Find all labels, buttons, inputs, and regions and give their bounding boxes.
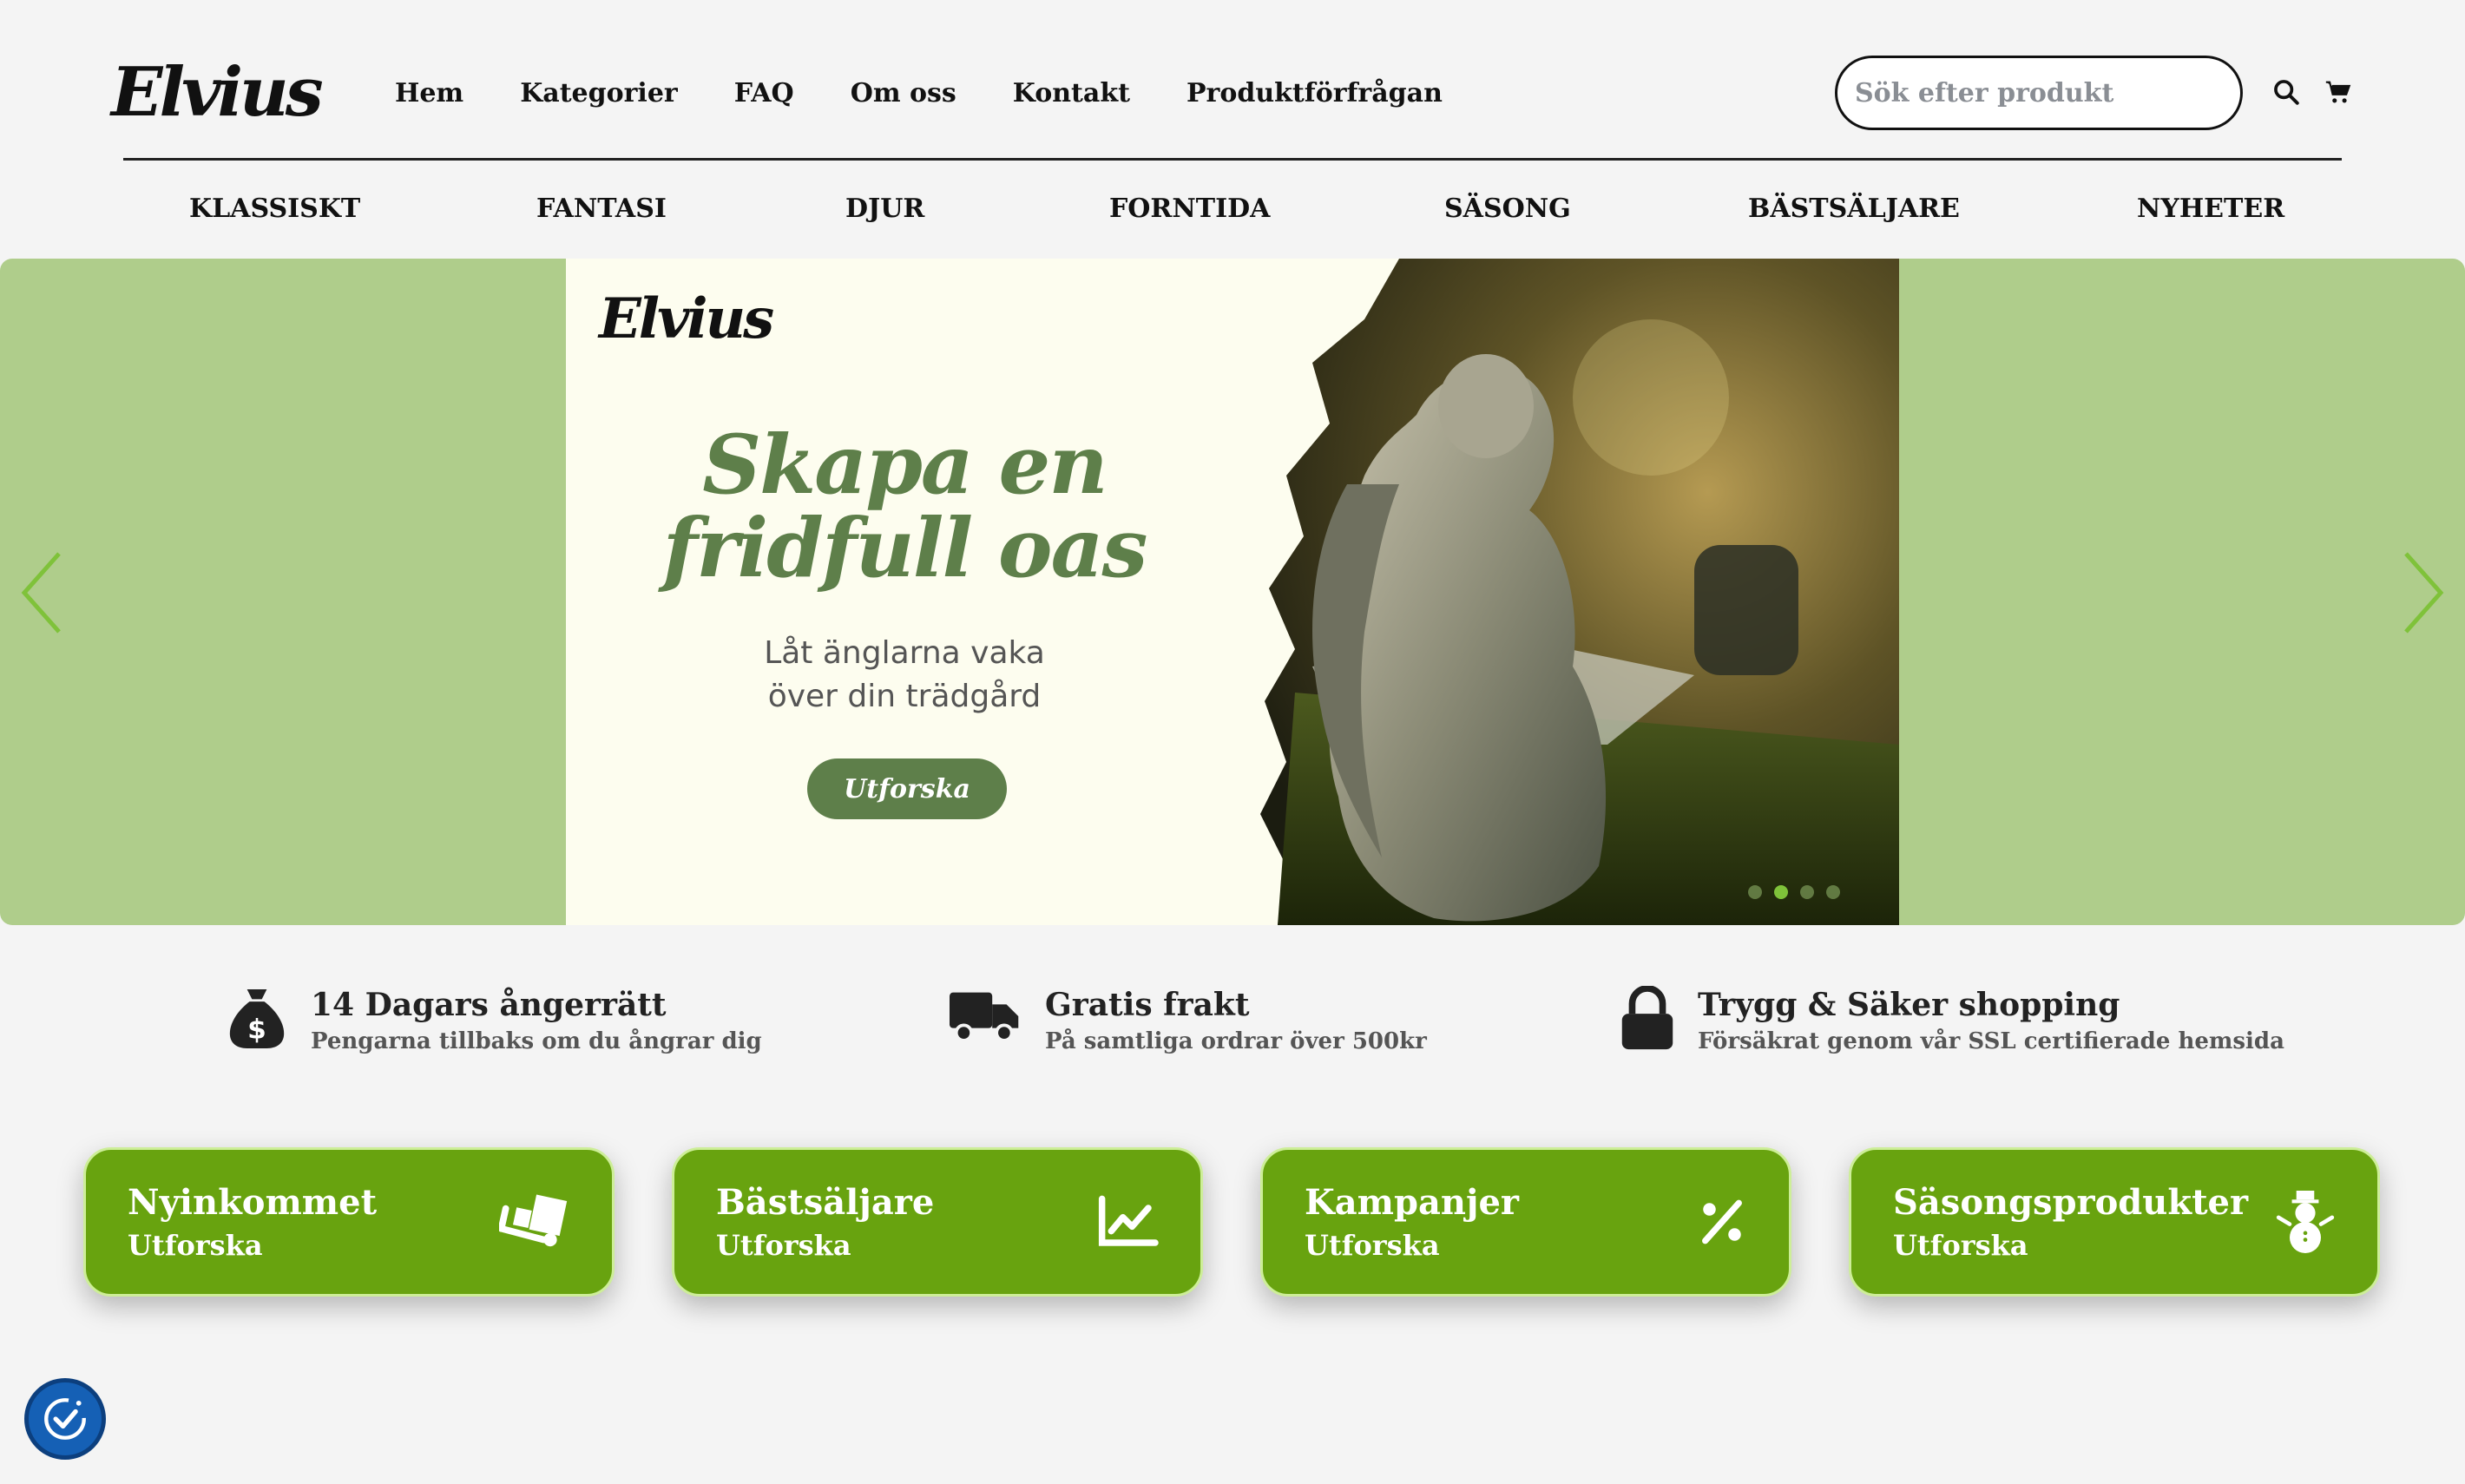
- nav-link-about[interactable]: Om oss: [851, 73, 956, 115]
- category-fantasy[interactable]: FANTASI: [536, 187, 667, 232]
- snowman-icon: [2276, 1191, 2335, 1253]
- banner-headline: Skapa en fridfull oas: [566, 424, 1243, 590]
- hero-banner[interactable]: Elvius Skapa en fridfull oas Låt änglarn…: [566, 259, 1899, 925]
- card-campaigns[interactable]: Kampanjer Utforska: [1260, 1147, 1791, 1297]
- banner-headline-line-2: fridfull oas: [662, 501, 1148, 596]
- feature-title: Trygg & Säker shopping: [1698, 987, 2120, 1023]
- feature-return-policy: $ 14 Dagars ångerrätt Pengarna tillbaks …: [227, 986, 762, 1059]
- banner-headline-line-1: Skapa en: [702, 417, 1108, 513]
- hero-slider: Elvius Skapa en fridfull oas Låt änglarn…: [0, 259, 2465, 925]
- slider-dot[interactable]: [1748, 885, 1762, 899]
- money-bag-icon: $: [229, 989, 285, 1048]
- category-ancient[interactable]: FORNTIDA: [1109, 187, 1270, 232]
- truck-icon: [950, 992, 1019, 1042]
- dolly-icon: [499, 1194, 568, 1247]
- chart-line-icon: [1098, 1195, 1159, 1246]
- card-bestsellers[interactable]: Bästsäljare Utforska: [672, 1147, 1203, 1297]
- slider-dot[interactable]: [1800, 885, 1814, 899]
- feature-secure-shopping: Trygg & Säker shopping Försäkrat genom v…: [1621, 986, 2284, 1059]
- card-title: Nyinkommet: [128, 1182, 378, 1223]
- category-news[interactable]: NYHETER: [2137, 187, 2284, 232]
- explore-button[interactable]: Utforska: [807, 758, 1007, 819]
- slider-dot-active[interactable]: [1774, 885, 1788, 899]
- slider-dots: [1748, 885, 1840, 899]
- card-title: Bästsäljare: [716, 1182, 935, 1223]
- feature-title: Gratis frakt: [1045, 987, 1250, 1023]
- feature-title: 14 Dagars ångerrätt: [311, 987, 667, 1023]
- nav-link-product-request[interactable]: Produktförfrågan: [1186, 73, 1443, 115]
- feature-subtitle: Pengarna tillbaks om du ångrar dig: [311, 1028, 762, 1054]
- card-subtitle: Utforska: [1893, 1229, 2028, 1262]
- nav-link-categories[interactable]: Kategorier: [520, 73, 678, 115]
- category-nav: KLASSISKT FANTASI DJUR FORNTIDA SÄSONG B…: [0, 187, 2465, 232]
- search-icon[interactable]: [2267, 73, 2305, 111]
- card-new-arrivals[interactable]: Nyinkommet Utforska: [83, 1147, 615, 1297]
- feature-subtitle: På samtliga ordrar över 500kr: [1045, 1028, 1427, 1054]
- category-animals[interactable]: DJUR: [845, 187, 924, 232]
- accessibility-icon: [44, 1398, 86, 1440]
- card-title: Kampanjer: [1305, 1182, 1519, 1223]
- header-divider: [123, 158, 2342, 161]
- card-title: Säsongsprodukter: [1893, 1182, 2249, 1223]
- banner-logo: Elvius: [599, 286, 774, 351]
- slider-dot[interactable]: [1826, 885, 1840, 899]
- card-seasonal-products[interactable]: Säsongsprodukter Utforska: [1849, 1147, 2380, 1297]
- card-subtitle: Utforska: [128, 1229, 263, 1262]
- category-bestsellers[interactable]: BÄSTSÄLJARE: [1748, 187, 1960, 232]
- site-logo[interactable]: Elvius: [111, 54, 324, 132]
- lock-icon: [1621, 986, 1673, 1050]
- feature-free-shipping: Gratis frakt På samtliga ordrar över 500…: [950, 986, 1427, 1059]
- search-box: [1835, 56, 2243, 130]
- svg-text:$: $: [247, 1015, 266, 1046]
- main-nav: Hem Kategorier FAQ Om oss Kontakt Produk…: [395, 73, 1443, 115]
- banner-subtitle-line-1: Låt änglarna vaka: [764, 635, 1045, 671]
- card-subtitle: Utforska: [716, 1229, 851, 1262]
- slider-prev-arrow[interactable]: [17, 545, 69, 640]
- banner-subtitle: Låt änglarna vaka över din trädgård: [566, 632, 1243, 719]
- percent-icon: [1702, 1199, 1742, 1244]
- nav-link-faq[interactable]: FAQ: [734, 73, 794, 115]
- search-input[interactable]: [1855, 77, 2240, 108]
- category-classic[interactable]: KLASSISKT: [189, 187, 360, 232]
- accessibility-button[interactable]: [24, 1378, 106, 1460]
- feature-subtitle: Försäkrat genom vår SSL certifierade hem…: [1698, 1028, 2284, 1054]
- category-season[interactable]: SÄSONG: [1444, 187, 1571, 232]
- cart-icon[interactable]: [2319, 73, 2357, 111]
- nav-link-contact[interactable]: Kontakt: [1013, 73, 1130, 115]
- nav-link-home[interactable]: Hem: [395, 73, 463, 115]
- card-subtitle: Utforska: [1305, 1229, 1440, 1262]
- slider-next-arrow[interactable]: [2396, 545, 2448, 640]
- banner-subtitle-line-2: över din trädgård: [767, 679, 1042, 714]
